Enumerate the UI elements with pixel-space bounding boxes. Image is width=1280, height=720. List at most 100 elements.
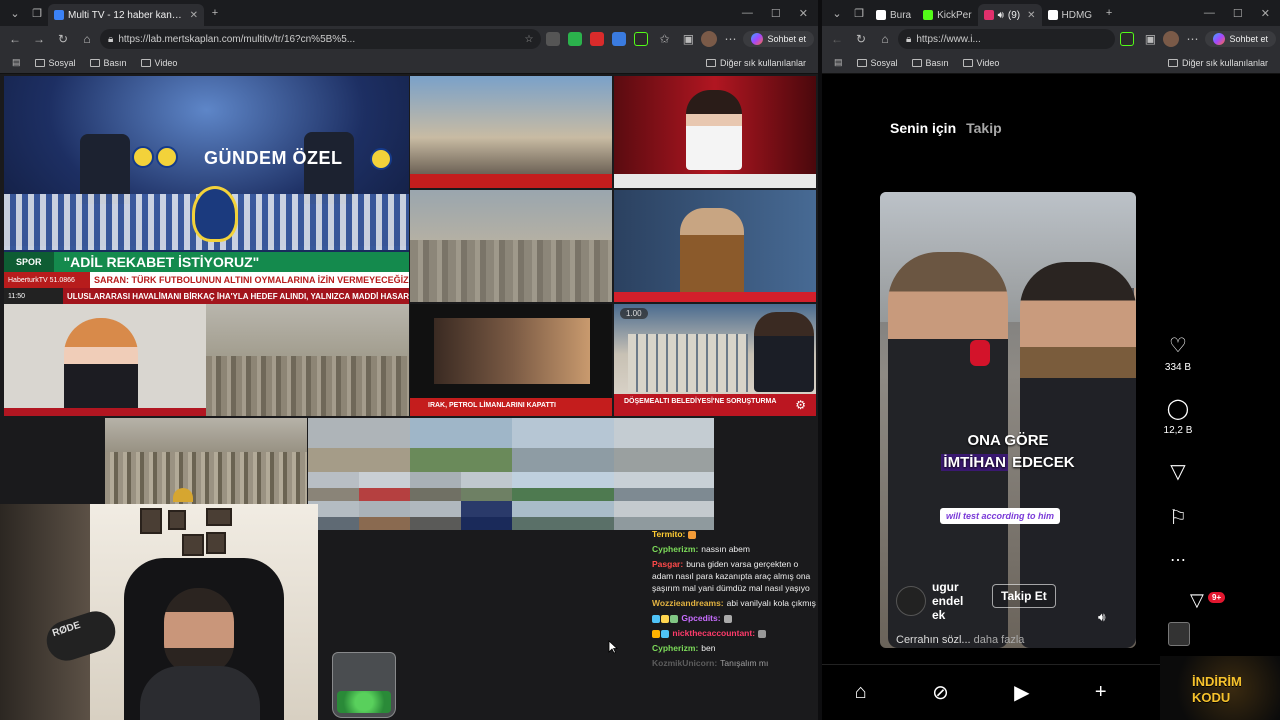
bookmark-folder-other[interactable]: Diğer sık kullanılanlar (705, 58, 806, 68)
audio-thumbnail[interactable] (1168, 622, 1190, 646)
live-cam-tile[interactable] (614, 501, 714, 530)
tab-hdmg[interactable]: HDMG (1042, 4, 1099, 26)
volume-icon[interactable]: 🔊︎ (1098, 610, 1106, 625)
tab-for-you[interactable]: Senin için (890, 120, 956, 136)
profile-avatar[interactable] (701, 31, 718, 47)
tv-tile-interview[interactable] (4, 304, 206, 416)
tv-tile-reporter[interactable]: 1.00 DÖŞEMEALTI BELEDİYESİ'NE SORUŞTURMA… (614, 304, 816, 416)
more-icon[interactable]: ⋯ (719, 32, 741, 46)
close-window-icon[interactable]: ✕ (799, 7, 808, 20)
author-username[interactable]: ugur endel ek (932, 580, 980, 622)
bookmark-folder-video[interactable]: Video (962, 58, 999, 68)
workspaces-icon[interactable]: ❐ (848, 3, 870, 23)
copilot-button[interactable]: Sohbet et (743, 31, 814, 47)
home-icon[interactable]: ⌂ (76, 32, 98, 46)
live-cam-tile[interactable] (512, 418, 614, 472)
extension-kick-icon[interactable] (1120, 32, 1135, 46)
tv-tile-film[interactable]: IRAK, PETROL LİMANLARINI KAPATTI (410, 304, 612, 416)
close-window-icon[interactable]: ✕ (1261, 7, 1270, 20)
extension-blue-icon[interactable] (612, 32, 627, 46)
tv-tile-arabic-news[interactable] (614, 76, 816, 188)
live-cam-tile[interactable] (512, 472, 614, 501)
extension-icon[interactable] (546, 32, 561, 46)
live-cam-tile[interactable] (308, 418, 410, 472)
tv-tile-haberturk[interactable]: GÜNDEM ÖZEL SPOR "ADİL REKABET İSTİYORUZ… (4, 76, 409, 304)
back-icon[interactable]: ← (826, 32, 848, 46)
tv-tile-city-view[interactable] (206, 304, 409, 416)
more-link[interactable]: daha fazla (974, 634, 1025, 646)
chat-nick[interactable]: Cypherizm: (652, 544, 698, 554)
tv-tile-studio-anchor[interactable] (614, 190, 816, 302)
reel-description[interactable]: Cerrahın sözl... daha fazla (896, 634, 1024, 646)
explore-nav-icon[interactable]: ⊘ (932, 680, 949, 705)
address-bar[interactable]: 🔒︎ https://www.i... (898, 29, 1116, 49)
tab-instagram[interactable]: 🔊︎ (9) ✕ (977, 4, 1042, 26)
chat-nick[interactable]: Pasgar: (652, 559, 683, 569)
live-cam-tile[interactable] (512, 501, 614, 530)
chat-nick[interactable]: Termito: (652, 529, 685, 539)
extension-kick-icon[interactable] (634, 32, 649, 46)
tv-tile-skyline[interactable] (410, 190, 612, 302)
chat-nick[interactable]: KozmikUnicorn: (652, 658, 717, 668)
more-icon[interactable]: ⋯ (1181, 32, 1203, 46)
reload-icon[interactable]: ↻ (850, 32, 872, 46)
speaker-icon[interactable]: 🔊︎ (998, 10, 1004, 21)
settings-gear-icon[interactable]: ⚙ (795, 398, 806, 412)
new-tab-icon[interactable]: + (1098, 3, 1120, 23)
tab-multitv[interactable]: Multi TV - 12 haber kanalını aynı a ✕ (48, 4, 204, 26)
collections-icon[interactable]: ▣ (1139, 32, 1161, 46)
maximize-icon[interactable]: ☐ (771, 7, 781, 20)
tv-tile-ntv[interactable] (410, 76, 612, 188)
bookmark-folder-sosyal[interactable]: Sosyal (34, 58, 76, 68)
reel-video[interactable]: ONA GÖRE İMTİHAN EDECEK will test accord… (880, 192, 1136, 648)
chat-nick[interactable]: Cypherizm: (652, 643, 698, 653)
reload-icon[interactable]: ↻ (52, 32, 74, 46)
maximize-icon[interactable]: ☐ (1233, 7, 1243, 20)
live-cam-tile[interactable] (614, 472, 714, 501)
back-icon[interactable]: ← (4, 32, 26, 46)
favorites-icon[interactable]: ✩ (653, 32, 675, 46)
author-avatar[interactable] (896, 586, 926, 616)
live-cam-tile[interactable] (461, 501, 512, 530)
chat-nick[interactable]: Gpcedits: (681, 613, 720, 623)
reels-nav-icon[interactable]: ▶ (1014, 680, 1029, 705)
live-cam-tile[interactable] (410, 472, 461, 501)
minimize-icon[interactable]: — (1204, 7, 1215, 20)
new-tab-icon[interactable]: + (204, 3, 226, 23)
close-tab-icon[interactable]: ✕ (1027, 10, 1035, 21)
bookmarks-menu-icon[interactable]: ▤ (834, 57, 843, 68)
workspaces-icon[interactable]: ❐ (26, 3, 48, 23)
reel-author[interactable]: ugur endel ek (896, 580, 980, 622)
bookmark-folder-basin[interactable]: Basın (89, 58, 127, 68)
home-nav-icon[interactable]: ⌂ (855, 681, 867, 704)
tv-tile-jerusalem[interactable] (105, 418, 307, 506)
minimize-icon[interactable]: — (742, 7, 753, 20)
comment-icon[interactable]: ◯ (1167, 397, 1189, 421)
bookmark-folder-sosyal[interactable]: Sosyal (856, 58, 898, 68)
forward-icon[interactable]: → (28, 32, 50, 46)
collections-icon[interactable]: ▣ (677, 32, 699, 46)
playback-speed[interactable]: 1.00 (620, 308, 648, 319)
live-cam-tile[interactable] (410, 501, 461, 530)
live-cam-tile[interactable] (614, 418, 714, 472)
bookmark-icon[interactable]: ⚐ (1169, 506, 1187, 530)
create-nav-icon[interactable]: + (1095, 681, 1107, 704)
favorite-icon[interactable]: ☆ (525, 34, 534, 45)
chat-nick[interactable]: nickthecaccountant: (672, 628, 755, 638)
profile-avatar[interactable] (1163, 31, 1180, 47)
tab-kick[interactable]: KickPer (917, 4, 977, 26)
share-icon[interactable]: ▽ (1170, 460, 1185, 484)
live-cam-tile[interactable] (410, 418, 512, 472)
tab-following[interactable]: Takip (966, 120, 1002, 136)
bookmark-folder-other[interactable]: Diğer sık kullanılanlar (1167, 58, 1268, 68)
live-cam-tile[interactable] (308, 472, 359, 501)
heart-icon[interactable]: ♡ (1169, 334, 1187, 358)
live-cam-tile[interactable] (359, 501, 410, 530)
tab-x[interactable]: Bura (870, 4, 917, 26)
follow-button[interactable]: Takip Et (992, 584, 1056, 608)
live-cam-tile[interactable] (359, 472, 410, 501)
home-icon[interactable]: ⌂ (874, 32, 896, 46)
address-bar[interactable]: 🔒︎ https://lab.mertskaplan.com/multitv/t… (100, 29, 542, 49)
live-cam-tile[interactable] (461, 472, 512, 501)
extension-green-icon[interactable] (568, 32, 583, 46)
